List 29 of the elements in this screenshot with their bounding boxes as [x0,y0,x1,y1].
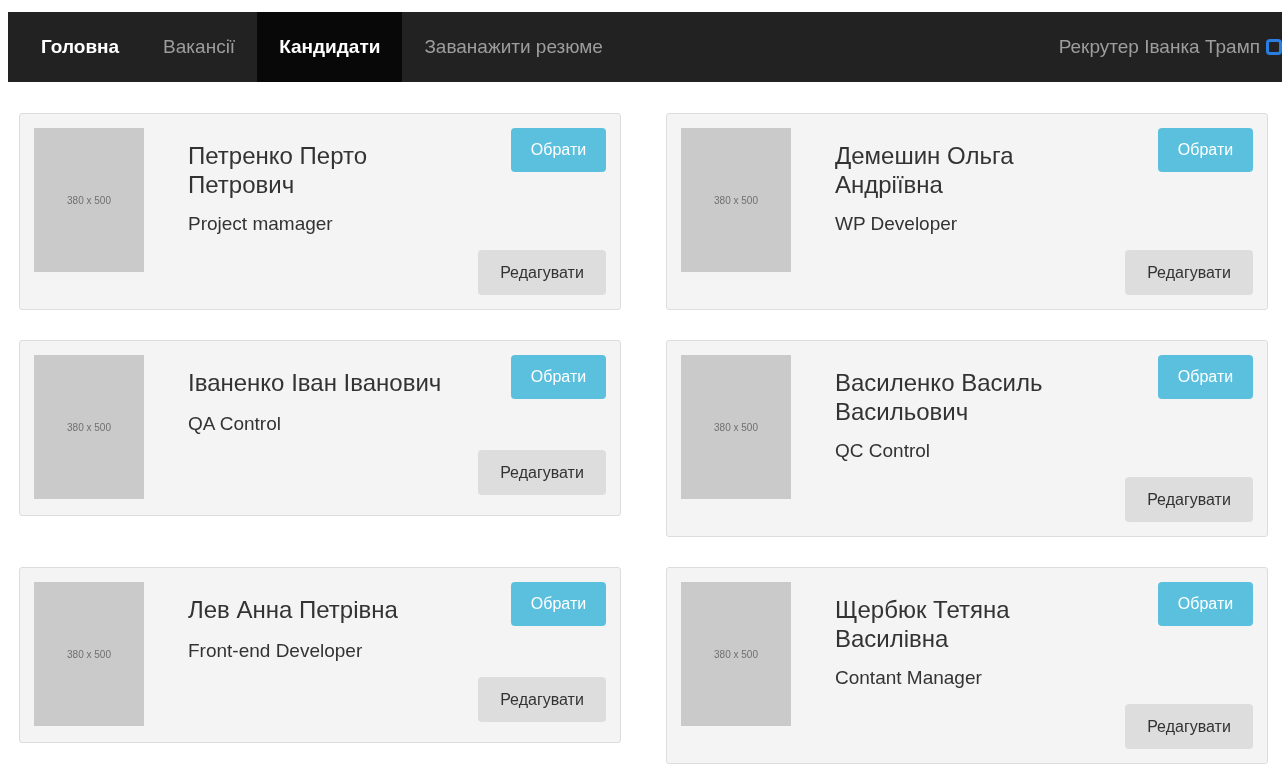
photo-size-label: 380 x 500 [67,194,111,206]
nav-link[interactable]: Вакансії [141,12,258,82]
photo-size-label: 380 x 500 [714,194,758,206]
edit-button[interactable]: Редагувати [478,677,606,722]
candidate-name: Щербюк Тетяна Василівна [835,595,1011,653]
candidate-role: QA Control [188,413,282,435]
photo-size-label: 380 x 500 [714,648,758,660]
photo-size-label: 380 x 500 [714,421,758,433]
edit-button[interactable]: Редагувати [478,250,606,295]
candidate-role: Contant Manager [835,667,983,689]
candidate-role: WP Developer [835,213,959,235]
candidate-name: Демешин Ольга Андріївна [835,141,1015,199]
candidate-name: Василенко Василь Васильович [835,368,1044,426]
candidate-name: Іваненко Іван Іванович [188,368,443,397]
user-link[interactable]: Рекрутер Іванка Трамп [1058,12,1266,82]
home-link[interactable]: Головна [8,12,142,82]
nav-link[interactable]: Заванажити резюме [402,12,625,82]
photo-size-label: 380 x 500 [67,421,111,433]
edit-button[interactable]: Редагувати [1125,250,1253,295]
nav-link[interactable]: Кандидати [257,12,403,82]
photo-size-label: 380 x 500 [67,648,111,660]
candidate-name: Лев Анна Петрівна [188,595,399,624]
edit-button[interactable]: Редагувати [478,450,606,495]
candidate-name: Петренко Перто Петрович [188,141,368,199]
candidate-role: Front-end Developer [188,640,364,662]
edit-button[interactable]: Редагувати [1125,477,1253,522]
candidate-role: Project mamager [188,213,334,235]
candidate-role: QC Control [835,440,932,462]
edit-button[interactable]: Редагувати [1125,704,1253,749]
